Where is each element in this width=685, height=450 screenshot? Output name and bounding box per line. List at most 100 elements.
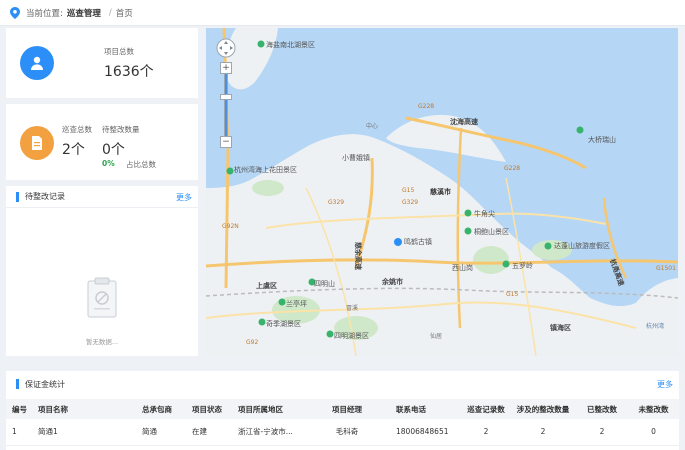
table-cell: 2 [510, 419, 576, 446]
pending-percent-label: 占比总数 [126, 160, 156, 169]
map-label: G1501 [656, 265, 676, 272]
map-label: G15 [506, 291, 518, 298]
column-header: 项目名称 [32, 399, 136, 419]
title-accent-bar [16, 191, 19, 202]
map-label: 中心 [366, 122, 378, 130]
map-label: 镇海区 [550, 323, 571, 332]
table-row[interactable]: 1 简通1 简通 在建 浙江省-宁波市... 毛科奇 18006848651 2… [6, 419, 679, 446]
column-header: 未整改数 [628, 399, 679, 419]
table-cell: 在建 [186, 419, 232, 446]
table-cell: 毛科奇 [304, 419, 390, 446]
column-header: 项目所属地区 [232, 399, 304, 419]
document-icon [20, 126, 54, 160]
poi-marker[interactable] [326, 330, 334, 338]
breadcrumb-prefix: 当前位置: [26, 8, 63, 19]
rectify-more-link[interactable]: 更多 [176, 192, 192, 203]
pending-value: 0个 [102, 142, 125, 158]
poi-marker[interactable] [502, 260, 510, 268]
deposit-table-card: 保证金统计 更多 编号 项目名称 总承包商 项目状态 项目所属地区 项目经理 联… [6, 371, 679, 450]
column-header: 项目状态 [186, 399, 232, 419]
map-label: 桐鲍山景区 [474, 227, 509, 236]
zoom-in-button[interactable]: + [220, 62, 232, 74]
map-label: 冒溪 [346, 304, 358, 312]
map-label: 杭州湾海上花田景区 [234, 165, 297, 174]
map-label: G15 [402, 187, 414, 194]
user-icon [20, 46, 54, 80]
map-label: 仙居 [430, 332, 442, 340]
poi-marker[interactable] [464, 209, 472, 217]
table-cell: 18006848651 [390, 419, 462, 446]
poi-marker[interactable] [544, 242, 552, 250]
column-header: 联系电话 [390, 399, 462, 419]
poi-marker[interactable] [278, 298, 286, 306]
table-cell: 2 [576, 419, 628, 446]
map-label: 兰亭坪 [286, 299, 307, 308]
park-area [252, 180, 284, 196]
project-total-card: 项目总数 1636个 [6, 28, 198, 98]
map-label: 达蓬山旅游度假区 [554, 241, 610, 250]
park-area [473, 246, 509, 274]
map-label: 奇季湖景区 [266, 319, 301, 328]
deposit-panel-header: 保证金统计 [6, 371, 679, 397]
map-label: 四明湖景区 [334, 331, 369, 340]
zoom-slider-handle[interactable] [220, 94, 232, 100]
column-header: 已整改数 [576, 399, 628, 419]
breadcrumb-page[interactable]: 首页 [116, 7, 133, 19]
poi-marker[interactable] [258, 318, 266, 326]
deposit-more-link[interactable]: 更多 [657, 379, 673, 390]
map-label: 牛角尖 [474, 209, 495, 218]
rectify-panel: 待整改记录 更多 暂无数据... [6, 186, 198, 356]
breadcrumb: 当前位置: 巡查管理 / 首页 [0, 0, 685, 26]
zoom-slider[interactable] [220, 74, 232, 136]
table-cell: 简通 [136, 419, 186, 446]
map-label: 小曹娥镇 [342, 153, 370, 162]
map-label: 海盐南北湖景区 [266, 40, 315, 49]
table-cell: 2 [462, 419, 510, 446]
table-cell[interactable]: 简通1 [32, 419, 136, 446]
map-label: 慈余高速 [354, 242, 363, 270]
table-cell: 浙江省-宁波市... [232, 419, 304, 446]
project-total-label: 项目总数 [104, 47, 134, 56]
map-label: G92 [246, 339, 258, 346]
table-cell: 1 [6, 419, 32, 446]
table-cell: 0 [628, 419, 679, 446]
location-pin-icon [10, 6, 20, 19]
empty-state-text: 暂无数据... [85, 338, 119, 346]
zoom-out-button[interactable]: − [220, 136, 232, 148]
column-header: 编号 [6, 399, 32, 419]
inspection-card: 巡查总数 2个 待整改数量 0个 0% 占比总数 [6, 104, 198, 180]
pan-control-icon[interactable] [216, 38, 236, 58]
poi-marker[interactable] [394, 238, 402, 246]
pending-label: 待整改数量 [102, 125, 140, 134]
poi-marker[interactable] [464, 227, 472, 235]
poi-marker[interactable] [257, 40, 265, 48]
column-header: 涉及的整改数量 [510, 399, 576, 419]
project-total-value: 1636个 [104, 64, 154, 80]
table-header-row: 编号 项目名称 总承包商 项目状态 项目所属地区 项目经理 联系电话 巡查记录数… [6, 399, 679, 419]
map-label: 五罗岭 [512, 261, 533, 270]
column-header: 项目经理 [304, 399, 390, 419]
deposit-table: 编号 项目名称 总承包商 项目状态 项目所属地区 项目经理 联系电话 巡查记录数… [6, 399, 679, 446]
map-label: G329 [328, 199, 344, 206]
map-label: 杭州湾 [646, 322, 664, 330]
poi-marker[interactable] [226, 167, 234, 175]
breadcrumb-section[interactable]: 巡查管理 [67, 7, 101, 19]
rectify-panel-title: 待整改记录 [25, 192, 65, 201]
deposit-panel-title: 保证金统计 [25, 379, 65, 389]
map-controls: + − [216, 38, 236, 148]
map-label: 慈溪市 [430, 187, 451, 196]
poi-marker[interactable] [576, 126, 584, 134]
map-label: 西山岗 [452, 263, 473, 272]
breadcrumb-separator: / [108, 7, 112, 18]
column-header: 总承包商 [136, 399, 186, 419]
inspect-total-value: 2个 [62, 142, 85, 158]
map-canvas[interactable]: 海盐南北湖景区 沈海高速 G228 G228 中心 大桥瑞山 杭州湾海上花田景区… [206, 28, 678, 356]
map-label: G92N [222, 223, 239, 230]
column-header: 巡查记录数 [462, 399, 510, 419]
map-label: 四明山 [314, 279, 335, 288]
title-accent-bar [16, 379, 19, 389]
map-label: 余姚市 [381, 277, 403, 286]
map-label: 鸣鹤古镇 [404, 237, 432, 246]
map-label: G228 [418, 103, 434, 110]
map-view[interactable]: 海盐南北湖景区 沈海高速 G228 G228 中心 大桥瑞山 杭州湾海上花田景区… [206, 28, 678, 356]
